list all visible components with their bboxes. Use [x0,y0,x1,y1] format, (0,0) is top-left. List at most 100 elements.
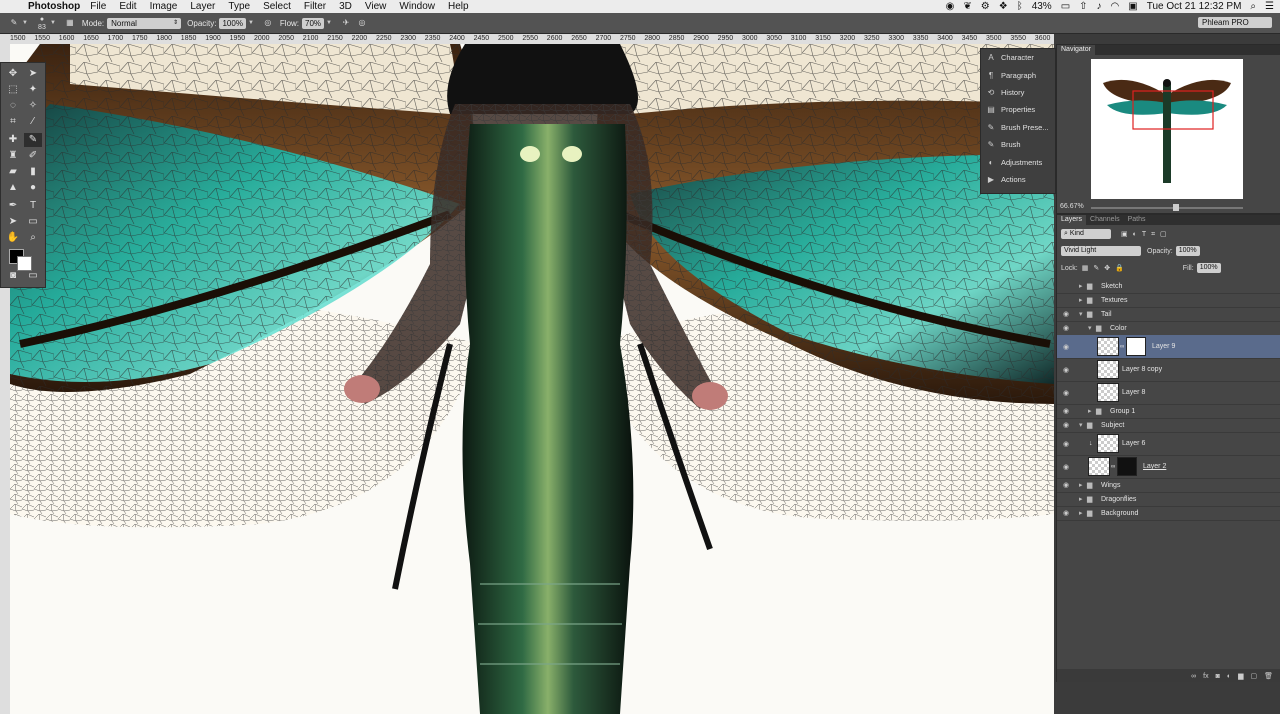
flow-input[interactable]: 70% [302,17,325,29]
brush-tool-preset-icon[interactable]: ✎ [6,16,22,30]
gradient-tool[interactable]: ▮ [24,165,42,179]
menu-image[interactable]: Image [150,1,178,12]
filter-icons[interactable]: ▣◐T⌗▢ [1121,230,1172,239]
layer-mask-thumbnail[interactable] [1117,457,1137,476]
eye-icon[interactable]: ◉ [1063,481,1069,489]
menu-layer[interactable]: Layer [190,1,215,12]
new-layer-icon[interactable]: ▢ [1250,672,1257,680]
eye-icon[interactable]: ◉ [1063,343,1069,351]
disclosure-triangle-icon[interactable]: ▸ [1079,509,1083,517]
navigator-zoom[interactable]: 66.67% [1060,203,1084,210]
quick-mask-icon[interactable]: ◙ [4,269,22,283]
fill-input[interactable]: 100% [1196,263,1221,273]
layer-row-layer-8-copy[interactable]: ◉ Layer 8 copy [1057,358,1280,382]
menu-help[interactable]: Help [448,1,469,12]
brush-panel-toggle-icon[interactable]: ▦ [62,16,78,30]
pressure-size-icon[interactable]: ◎ [354,16,370,30]
bluetooth-icon[interactable]: ᛒ [1017,1,1023,12]
eye-icon[interactable]: ◉ [1063,310,1069,318]
clone-stamp-tool[interactable]: ♜ [4,149,22,163]
chevron-down-icon[interactable]: ▼ [50,20,56,26]
tab-channels[interactable]: Channels [1086,215,1124,225]
move-arrow-icon[interactable]: ➤ [24,67,42,81]
layer-mask-thumbnail[interactable] [1126,337,1146,356]
eye-icon[interactable]: ◉ [1063,407,1069,415]
eye-icon[interactable]: ◉ [1063,389,1069,397]
spotlight-search-icon[interactable]: ⌕ [1250,1,1256,12]
airbrush-icon[interactable]: ✈ [338,16,354,30]
dodge-tool[interactable]: ● [24,181,42,195]
evernote-icon[interactable]: ❦ [963,1,971,12]
navigator-preview[interactable] [1091,59,1243,199]
trash-icon[interactable]: 🗑 [1264,672,1273,680]
dock-history[interactable]: ⟲ History [981,84,1055,101]
blend-mode-select[interactable]: Vivid Light [1061,246,1141,256]
lock-icons[interactable]: ▦✎✥🔒 [1082,264,1129,272]
brush-size-picker[interactable]: ● 83 [34,16,50,31]
type-tool[interactable]: T [24,199,42,213]
menu-view[interactable]: View [365,1,387,12]
history-brush-tool[interactable]: ✐ [24,149,42,163]
tab-navigator[interactable]: Navigator [1057,45,1095,55]
layer-row-color[interactable]: ◉ ▾ ▆ Color [1057,321,1280,336]
layer-row-layer-8[interactable]: ◉ Layer 8 [1057,381,1280,405]
new-group-icon[interactable]: ▆ [1238,672,1243,680]
disclosure-triangle-icon[interactable]: ▸ [1079,481,1083,489]
disclosure-triangle-icon[interactable]: ▸ [1088,407,1092,415]
gear-icon[interactable]: ⚙ [981,1,990,12]
marquee-tool[interactable]: ⬚ [4,83,22,97]
move-tool[interactable]: ✥ [4,67,22,81]
clock[interactable]: Tue Oct 21 12:32 PM [1147,1,1242,12]
dock-adjustments[interactable]: ◐ Adjustments [981,153,1055,170]
pressure-opacity-icon[interactable]: ◎ [260,16,276,30]
menu-3d[interactable]: 3D [339,1,352,12]
app-menu[interactable]: Photoshop [28,1,80,12]
chain-link-icon[interactable]: ∞ [1111,464,1115,470]
menu-select[interactable]: Select [263,1,291,12]
healing-brush-tool[interactable]: ✚ [4,133,22,147]
layer-row-layer-9[interactable]: ◉ ∞ Layer 9 [1057,335,1280,359]
eye-icon[interactable]: ◉ [1063,421,1069,429]
zoom-slider-handle[interactable] [1173,204,1179,211]
layer-row-wings[interactable]: ◉ ▸ ▆ Wings [1057,478,1280,493]
tab-layers[interactable]: Layers [1057,215,1087,225]
mode-select[interactable]: Normal ⇕ [107,17,182,29]
dropbox-icon[interactable]: ❖ [999,1,1008,12]
path-select-tool[interactable]: ➤ [4,215,22,229]
chevron-down-icon[interactable]: ▼ [22,20,28,26]
dock-paragraph[interactable]: ¶ Paragraph [981,66,1055,83]
battery-icon[interactable]: ▭ [1061,1,1070,12]
disclosure-triangle-icon[interactable]: ▾ [1079,421,1083,429]
menu-file[interactable]: File [90,1,106,12]
layer-row-dragonflies[interactable]: ▸ ▆ Dragonflies [1057,492,1280,507]
link-layers-icon[interactable]: ∞ [1191,673,1196,680]
layer-row-layer-2[interactable]: ◉ ∞ Layer 2 [1057,455,1280,479]
tab-paths[interactable]: Paths [1124,215,1150,225]
blur-tool[interactable]: ▲ [4,181,22,195]
dock-character[interactable]: A Character [981,49,1055,66]
opacity-input[interactable]: 100% [219,17,246,29]
eye-icon[interactable]: ◉ [1063,463,1069,471]
menu-filter[interactable]: Filter [304,1,326,12]
crop-tool[interactable]: ⌗ [4,115,22,129]
workspace-switcher[interactable]: Phleam PRO [1198,17,1272,28]
notification-list-icon[interactable]: ☰ [1265,1,1274,12]
disclosure-triangle-icon[interactable]: ▾ [1088,324,1092,332]
document-canvas[interactable] [10,44,1054,714]
layer-row-background[interactable]: ◉ ▸ ▆ Background [1057,506,1280,521]
layer-row-sketch[interactable]: ▸ ▆ Sketch [1057,279,1280,294]
magic-wand-tool[interactable]: ✦ [24,83,42,97]
eraser-tool[interactable]: ▰ [4,165,22,179]
adjustment-layer-icon[interactable]: ◐ [1227,673,1231,680]
dock-brush-presets[interactable]: ✎ Brush Prese... [981,119,1055,136]
dock-actions[interactable]: ▶ Actions [981,171,1055,188]
eye-icon[interactable]: ◉ [1063,366,1069,374]
dock-properties[interactable]: ▤ Properties [981,101,1055,118]
menu-edit[interactable]: Edit [119,1,136,12]
disclosure-triangle-icon[interactable]: ▾ [1079,310,1083,318]
chevron-down-icon[interactable]: ▼ [326,20,332,26]
volume-icon[interactable]: ♪ [1097,1,1102,12]
brush-tool[interactable]: ✎ [24,133,42,147]
chain-link-icon[interactable]: ∞ [1120,344,1124,350]
zoom-tool[interactable]: ⌕ [24,231,42,245]
